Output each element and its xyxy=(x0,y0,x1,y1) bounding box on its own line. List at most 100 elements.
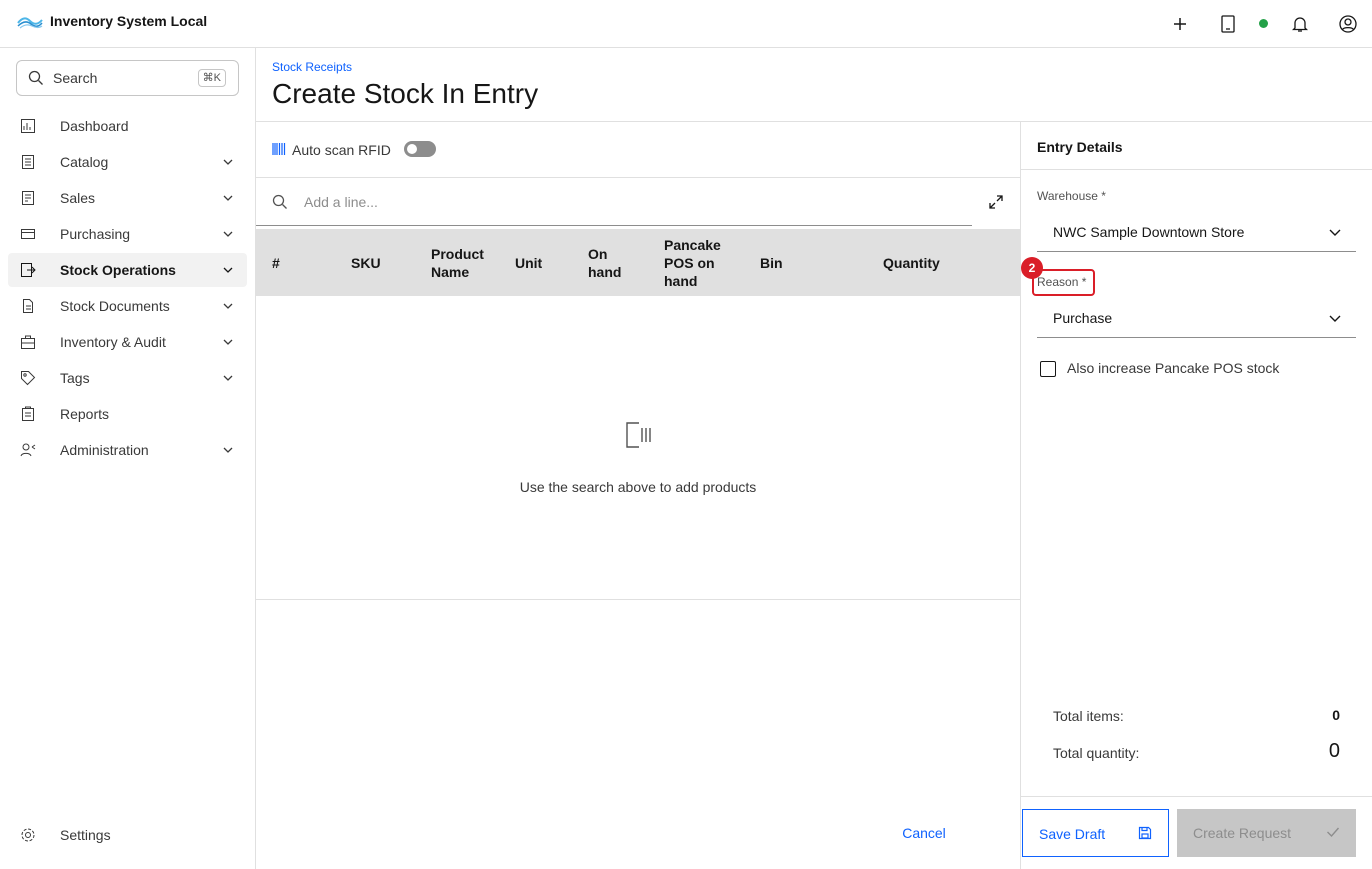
chevron-down-icon xyxy=(223,159,233,165)
user-icon[interactable] xyxy=(1336,12,1360,36)
sidebar-item-label: Purchasing xyxy=(60,226,131,242)
add-line-input[interactable] xyxy=(304,191,944,213)
sidebar-item-tags[interactable]: Tags xyxy=(8,361,247,395)
tag-icon xyxy=(21,371,36,386)
stock-operations-icon xyxy=(21,263,36,277)
line-search xyxy=(256,179,972,226)
sidebar-search[interactable]: Search ⌘K xyxy=(16,60,239,96)
tablet-icon[interactable] xyxy=(1216,12,1240,36)
column-header[interactable]: Quantity xyxy=(883,254,940,272)
sidebar-item-label: Tags xyxy=(60,370,90,386)
toggle-knob xyxy=(407,144,417,154)
sidebar-item-label: Sales xyxy=(60,190,96,206)
search-icon xyxy=(272,194,287,209)
rfid-row: Auto scan RFID xyxy=(256,122,1020,178)
chevron-down-icon xyxy=(223,447,233,453)
entry-details-panel: Entry Details Warehouse * NWC Sample Dow… xyxy=(1020,122,1372,869)
search-shortcut: ⌘K xyxy=(197,69,226,87)
search-icon xyxy=(28,70,43,85)
sales-icon xyxy=(22,191,34,205)
column-header[interactable]: Pancake POS on hand xyxy=(664,236,734,290)
inventory-icon xyxy=(21,335,35,349)
sidebar-item-label: Stock Documents xyxy=(60,298,170,314)
column-header[interactable]: # xyxy=(272,254,280,272)
catalog-icon xyxy=(22,155,34,169)
chevron-down-icon xyxy=(223,195,233,201)
reason-select[interactable]: Purchase xyxy=(1037,298,1356,338)
total-items-label: Total items: xyxy=(1053,708,1124,724)
gear-icon xyxy=(21,828,35,842)
pos-stock-checkbox[interactable] xyxy=(1040,361,1056,377)
chevron-down-icon xyxy=(223,339,233,345)
empty-state-text: Use the search above to add products xyxy=(519,479,757,495)
cancel-button[interactable]: Cancel xyxy=(884,820,964,846)
warehouse-value: NWC Sample Downtown Store xyxy=(1053,224,1245,240)
sidebar-item-label: Dashboard xyxy=(60,118,129,134)
column-header[interactable]: Product Name xyxy=(431,245,501,281)
total-quantity-label: Total quantity: xyxy=(1053,745,1140,761)
sidebar-item-label: Inventory & Audit xyxy=(60,334,166,350)
entry-details-title: Entry Details xyxy=(1037,139,1123,155)
chevron-down-icon xyxy=(1329,315,1341,322)
create-request-label: Create Request xyxy=(1193,825,1292,841)
sidebar: Search ⌘K Dashboard Catalog Sales Purcha… xyxy=(0,48,256,869)
create-request-button[interactable]: Create Request xyxy=(1177,809,1356,857)
app-title: Inventory System Local xyxy=(50,13,208,29)
checkmark-icon xyxy=(1327,827,1340,838)
sidebar-item-label: Administration xyxy=(60,442,149,458)
sidebar-item-stock-operations[interactable]: Stock Operations xyxy=(8,253,247,287)
page-title: Create Stock In Entry xyxy=(272,78,539,109)
top-bar: Inventory System Local xyxy=(0,0,1372,48)
sidebar-item-settings[interactable]: Settings xyxy=(8,818,247,852)
column-header[interactable]: Bin xyxy=(760,254,783,272)
status-online-dot xyxy=(1259,19,1268,28)
reason-value: Purchase xyxy=(1053,310,1113,326)
sidebar-item-label: Settings xyxy=(60,827,111,843)
warehouse-label: Warehouse * xyxy=(1037,189,1106,203)
column-header[interactable]: Unit xyxy=(515,254,542,272)
app-logo-icon xyxy=(17,17,43,29)
document-icon xyxy=(23,299,33,313)
maximize-icon xyxy=(989,195,1003,209)
save-icon xyxy=(1138,826,1152,840)
sidebar-search-label: Search xyxy=(53,70,98,86)
sidebar-item-label: Stock Operations xyxy=(60,262,176,278)
notification-icon[interactable] xyxy=(1288,12,1312,36)
divider xyxy=(256,599,1020,600)
sidebar-item-catalog[interactable]: Catalog xyxy=(8,145,247,179)
sidebar-item-label: Reports xyxy=(60,406,110,422)
table-header: # SKU Product Name Unit On hand Pancake … xyxy=(256,229,1020,296)
purchasing-icon xyxy=(21,229,35,239)
chevron-down-icon xyxy=(1329,229,1341,236)
divider xyxy=(1021,796,1372,797)
barcode-scan-icon xyxy=(626,422,651,448)
plus-icon[interactable] xyxy=(1168,12,1192,36)
divider xyxy=(1021,169,1372,170)
breadcrumb-link[interactable]: Stock Receipts xyxy=(272,60,352,74)
sidebar-item-dashboard[interactable]: Dashboard xyxy=(8,109,247,143)
total-quantity-value: 0 xyxy=(1328,740,1340,762)
save-draft-label: Save Draft xyxy=(1039,826,1106,842)
sidebar-item-sales[interactable]: Sales xyxy=(8,181,247,215)
sidebar-item-label: Catalog xyxy=(60,154,109,170)
rfid-toggle[interactable] xyxy=(404,141,436,157)
save-draft-button[interactable]: Save Draft xyxy=(1022,809,1169,857)
chevron-down-icon xyxy=(223,375,233,381)
expand-button[interactable] xyxy=(983,189,1009,215)
column-header[interactable]: On hand xyxy=(588,245,634,281)
chevron-down-icon xyxy=(223,231,233,237)
sidebar-item-reports[interactable]: Reports xyxy=(8,397,247,431)
warehouse-select[interactable]: NWC Sample Downtown Store xyxy=(1037,212,1356,252)
sidebar-item-administration[interactable]: Administration xyxy=(8,433,247,467)
reason-label: Reason * xyxy=(1037,275,1087,289)
sidebar-item-purchasing[interactable]: Purchasing xyxy=(8,217,247,251)
sidebar-item-inventory-audit[interactable]: Inventory & Audit xyxy=(8,325,247,359)
report-icon xyxy=(22,406,34,421)
pos-stock-checkbox-label[interactable]: Also increase Pancake POS stock xyxy=(1067,360,1279,376)
dashboard-icon xyxy=(21,119,35,133)
column-header[interactable]: SKU xyxy=(351,254,381,272)
chevron-down-icon xyxy=(223,267,233,273)
sidebar-item-stock-documents[interactable]: Stock Documents xyxy=(8,289,247,323)
barcode-icon xyxy=(272,143,286,155)
rfid-label: Auto scan RFID xyxy=(292,142,391,158)
